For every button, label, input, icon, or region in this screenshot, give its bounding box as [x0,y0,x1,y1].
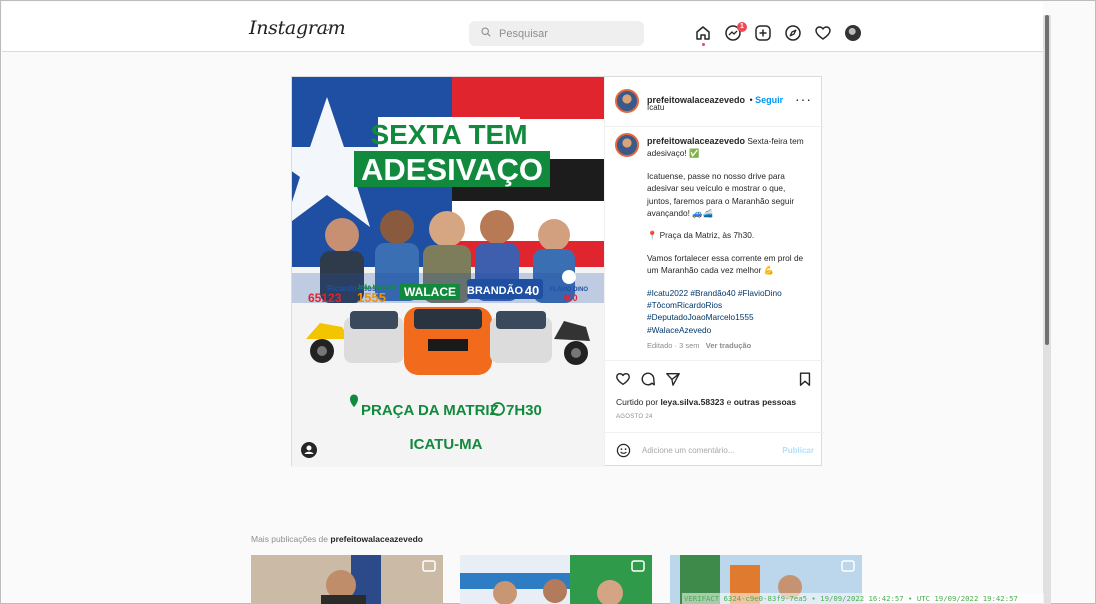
likes-others[interactable]: outras pessoas [734,397,796,407]
likes-user[interactable]: leya.silva.58323 [660,397,724,407]
verifact-watermark: VERIFACT 6324-c9e0-83f9-7ea5 • 19/09/202… [682,593,1044,604]
more-post-thumbnail[interactable] [251,555,443,604]
home-active-dot [702,43,705,46]
notification-badge: 1 [737,22,747,32]
heart-icon[interactable] [814,24,832,47]
search-icon [481,27,491,40]
more-options-icon[interactable]: ··· [795,91,812,107]
event-place: PRAÇA DA MATRIZ [361,402,499,419]
candidate-number-1: 1555 [357,290,386,305]
scrollbar-thumb[interactable] [1045,15,1049,345]
likes-summary: Curtido por leya.silva.58323 e outras pe… [616,397,796,407]
candidate-number-0: 65123 [308,291,342,305]
candidate-name-2: WALACE [404,285,456,299]
more-posts-user[interactable]: prefeitowalaceazevedo [330,534,423,544]
comment-icon[interactable] [640,371,656,387]
publish-button[interactable]: Publicar [782,446,814,455]
profile-avatar-icon[interactable] [845,25,861,41]
post-date: AGOSTO 24 [616,414,653,420]
more-posts-heading: Mais publicações de prefeitowalaceazeved… [251,534,423,544]
post-card: SEXTA TEM ADESIVAÇO Ricardo Rios 65123 J… [291,76,824,467]
post-side-panel: prefeitowalaceazevedo • Seguir Icatu ···… [604,77,824,467]
chevron-down-icon[interactable]: ⌄ [323,23,331,34]
headline-bottom: ADESIVAÇO [361,152,543,187]
caption-hashtags[interactable]: #Icatu2022 #Brandão40 #FlavioDino #Tôcom… [647,287,812,337]
translate-link[interactable]: Ver tradução [706,341,751,350]
explore-icon[interactable] [784,24,802,47]
like-heart-icon[interactable] [615,371,631,387]
post-caption: prefeitowalaceazevedo Sexta-feira tem ad… [605,127,824,359]
scrollbar[interactable] [1043,15,1051,604]
more-post-thumbnail[interactable] [460,555,652,604]
event-time: 7H30 [506,402,542,419]
search-input[interactable]: Pesquisar [469,21,644,46]
campaign-poster: SEXTA TEM ADESIVAÇO Ricardo Rios 65123 J… [292,77,604,467]
caption-p3: 📍 Praça da Matriz, às 7h30. [647,230,755,241]
caption-avatar[interactable] [615,133,639,157]
likes-prefix: Curtido por [616,397,659,407]
bookmark-icon[interactable] [797,371,813,387]
more-posts-prefix: Mais publicações de [251,534,329,544]
candidate-number-3: 40 [525,283,539,298]
comment-input[interactable]: Adicione um comentário... [642,446,735,455]
caption-p2: Icatuense, passe no nosso drive para ade… [647,170,795,219]
post-image[interactable]: SEXTA TEM ADESIVAÇO Ricardo Rios 65123 J… [292,77,604,467]
caption-p4: Vamos fortalecer essa corrente em prol d… [647,252,804,276]
event-city: ICATU-MA [409,436,482,453]
search-placeholder: Pesquisar [499,27,548,40]
share-icon[interactable] [665,371,681,387]
new-post-icon[interactable] [754,24,772,47]
post-actions: Curtido por leya.silva.58323 e outras pe… [605,360,824,430]
follow-button[interactable]: Seguir [755,95,783,105]
headline-top: SEXTA TEM [370,119,527,150]
post-location[interactable]: Icatu [647,103,664,112]
caption-author[interactable]: prefeitowalaceazevedo [647,136,745,146]
post-header: prefeitowalaceazevedo • Seguir Icatu ··· [605,77,824,127]
candidate-number-4: 400 [562,293,577,303]
browser-viewport: Instagram ⌄ Pesquisar 1 SEXTA TEM ADESIV… [0,0,1096,604]
author-line: prefeitowalaceazevedo • Seguir [647,95,784,105]
comment-box: Adicione um comentário... Publicar [605,432,824,467]
edited-label: Editado · 3 sem [647,341,700,351]
author-avatar[interactable] [615,89,639,113]
emoji-icon[interactable] [616,443,631,463]
candidate-name-3: BRANDÃO [467,284,524,297]
likes-joiner: e [726,397,732,407]
